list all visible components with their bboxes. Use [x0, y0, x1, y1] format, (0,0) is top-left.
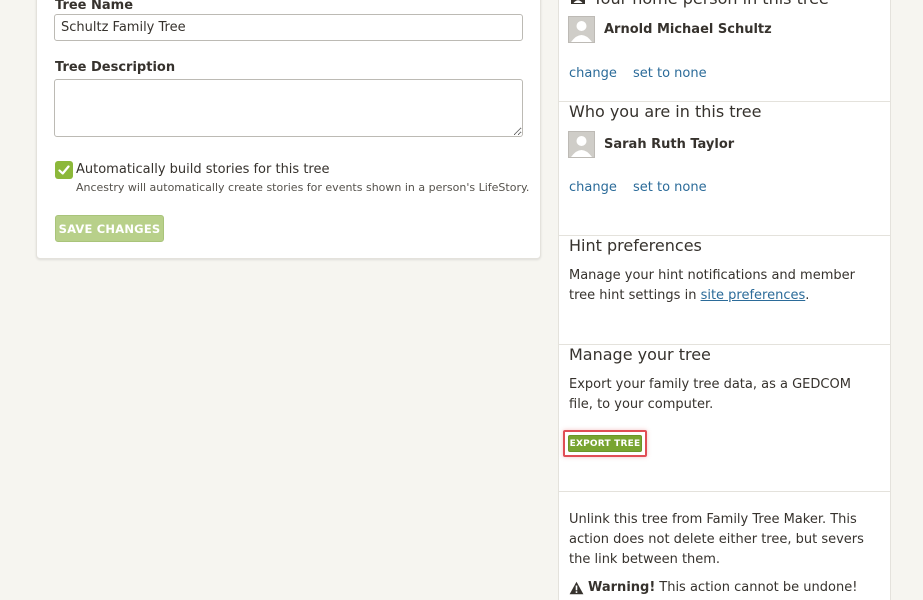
- home-person-set-none-link[interactable]: set to none: [633, 66, 707, 81]
- auto-stories-checkbox[interactable]: [55, 161, 73, 179]
- who-you-are-row: Sarah Ruth Taylor: [568, 131, 734, 158]
- warning-text: This action cannot be undone!: [659, 580, 858, 595]
- home-person-name[interactable]: Arnold Michael Schultz: [604, 22, 772, 37]
- person-silhouette-icon: [571, 21, 592, 42]
- site-preferences-link[interactable]: site preferences: [701, 288, 806, 303]
- who-you-are-section: Who you are in this tree Sarah Ruth Tayl…: [559, 102, 890, 236]
- auto-stories-label[interactable]: Automatically build stories for this tre…: [76, 162, 329, 177]
- tree-description-textarea[interactable]: [54, 79, 523, 137]
- auto-stories-help-text: Ancestry will automatically create stori…: [76, 181, 530, 194]
- unlink-warning: Warning! This action cannot be undone!: [569, 580, 857, 595]
- person-silhouette-icon: [571, 136, 592, 157]
- home-person-change-link[interactable]: change: [569, 66, 617, 81]
- export-tree-button[interactable]: EXPORT TREE: [568, 435, 642, 452]
- home-person-icon: [571, 0, 585, 4]
- home-person-row: Arnold Michael Schultz: [568, 16, 772, 43]
- save-changes-button[interactable]: SAVE CHANGES: [55, 215, 164, 242]
- who-you-are-name[interactable]: Sarah Ruth Taylor: [604, 137, 734, 152]
- export-tree-highlight: EXPORT TREE: [563, 430, 647, 457]
- hint-preferences-text: Manage your hint notifications and membe…: [569, 266, 874, 306]
- hint-preferences-section: Hint preferences Manage your hint notifi…: [559, 236, 890, 345]
- home-person-title: Your home person in this tree: [593, 0, 829, 8]
- warning-label: Warning!: [588, 580, 656, 595]
- tree-sidebar: Your home person in this tree Arnold Mic…: [558, 0, 891, 600]
- tree-settings-card: Tree Name Tree Description Automatically…: [36, 0, 541, 259]
- who-you-are-set-none-link[interactable]: set to none: [633, 180, 707, 195]
- hint-preferences-text-after: .: [805, 288, 810, 303]
- home-person-section: Your home person in this tree Arnold Mic…: [559, 0, 890, 102]
- unlink-tree-text: Unlink this tree from Family Tree Maker.…: [569, 512, 864, 567]
- hint-preferences-title: Hint preferences: [569, 236, 702, 255]
- who-you-are-change-link[interactable]: change: [569, 180, 617, 195]
- unlink-tree-section: Unlink this tree from Family Tree Maker.…: [559, 492, 890, 600]
- manage-tree-title: Manage your tree: [569, 345, 711, 364]
- tree-name-input[interactable]: [54, 14, 523, 41]
- warning-icon: [569, 581, 584, 594]
- who-you-are-title: Who you are in this tree: [569, 102, 762, 121]
- manage-tree-section: Manage your tree Export your family tree…: [559, 345, 890, 492]
- avatar: [568, 16, 595, 43]
- tree-name-label: Tree Name: [55, 0, 134, 13]
- manage-tree-text: Export your family tree data, as a GEDCO…: [569, 377, 851, 412]
- home-person-links: change set to none: [569, 66, 719, 81]
- checkmark-icon: [58, 165, 70, 175]
- who-you-are-links: change set to none: [569, 180, 719, 195]
- tree-description-label: Tree Description: [55, 60, 176, 75]
- avatar: [568, 131, 595, 158]
